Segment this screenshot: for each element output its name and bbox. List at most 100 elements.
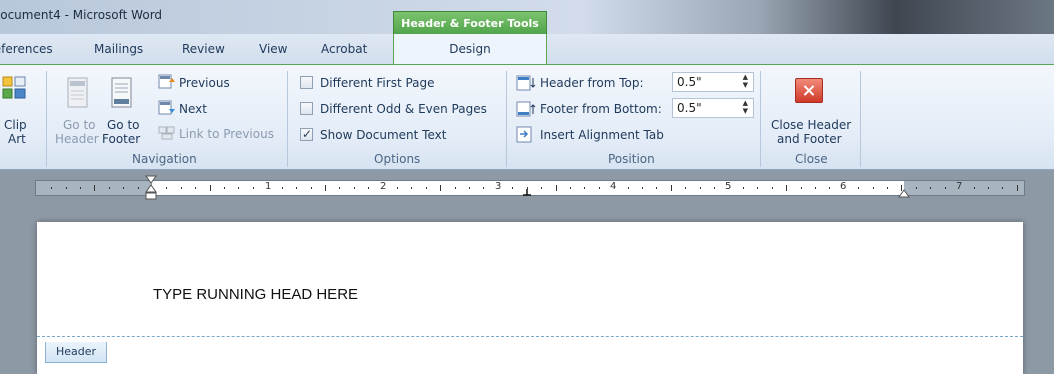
position-group-label: Position: [608, 152, 655, 166]
previous-label[interactable]: Previous: [179, 76, 230, 90]
spinner-arrows-icon[interactable]: ▲ ▼: [743, 73, 748, 89]
ruler-tick: [714, 187, 715, 189]
clip-art-label-2[interactable]: Art: [8, 132, 26, 146]
ruler-tick: [584, 187, 585, 189]
ruler-tick: [469, 187, 470, 189]
close-group-label: Close: [795, 152, 828, 166]
tab-references[interactable]: References: [0, 42, 53, 56]
running-head-text[interactable]: TYPE RUNNING HEAD HERE: [153, 286, 358, 303]
ruler-tick: [411, 187, 412, 189]
ruler-tick: [628, 187, 629, 189]
show-document-text-label[interactable]: Show Document Text: [320, 128, 446, 142]
ruler-tick: [1002, 187, 1003, 189]
ruler-tick: [815, 187, 816, 189]
ruler-area: 1 2 3 4 5 6 7: [0, 170, 1054, 200]
ruler-tick: [801, 187, 802, 189]
footer-from-bottom-label: Footer from Bottom:: [540, 102, 662, 116]
ruler-number: 1: [265, 181, 272, 192]
close-header-footer-label-2[interactable]: and Footer: [777, 132, 842, 146]
options-group-label: Options: [374, 152, 421, 166]
ruler-tick: [51, 187, 52, 189]
link-to-previous-icon: [158, 126, 175, 140]
window-title: Document4 - Microsoft Word: [0, 8, 163, 22]
ruler-tick: [685, 187, 686, 189]
ruler-number: 6: [840, 181, 847, 192]
center-tab-stop-icon[interactable]: [522, 189, 532, 197]
footer-from-bottom-icon: [516, 101, 536, 117]
close-header-footer-label-1[interactable]: Close Header: [771, 118, 851, 132]
ruler-number: 5: [725, 181, 732, 192]
group-separator: [860, 71, 861, 167]
ruler-tick: [66, 187, 67, 189]
tab-mailings[interactable]: Mailings: [94, 42, 143, 56]
close-header-footer-icon[interactable]: [795, 78, 823, 103]
go-to-header-label-2[interactable]: Header: [55, 132, 99, 146]
ruler-tick: [930, 187, 931, 189]
document-page[interactable]: TYPE RUNNING HEAD HERE Header: [37, 222, 1023, 374]
ruler-tick: [757, 187, 758, 189]
insert-alignment-tab-icon[interactable]: [516, 126, 534, 143]
title-bar: Document4 - Microsoft Word Header & Foot…: [0, 0, 1054, 35]
ribbon: Clip Art Go to Header Go to Footer Previ…: [0, 64, 1054, 170]
ruler-tick: [238, 187, 239, 189]
ruler-tick: [166, 187, 167, 189]
ruler-right-margin: [904, 181, 1024, 195]
go-to-footer-label-2[interactable]: Footer: [102, 132, 140, 146]
right-indent-marker-icon[interactable]: [898, 188, 910, 198]
clip-art-icon[interactable]: [2, 75, 28, 103]
tab-design[interactable]: Design: [393, 34, 547, 65]
insert-alignment-tab-label[interactable]: Insert Alignment Tab: [540, 128, 664, 142]
ruler-tick: [325, 185, 326, 191]
ruler-tick: [700, 187, 701, 189]
ruler-tick: [296, 187, 297, 189]
spinner-arrows-icon[interactable]: ▲ ▼: [743, 99, 748, 115]
ruler-tick: [988, 187, 989, 189]
ruler-tick: [945, 187, 946, 189]
ruler-tick: [786, 185, 787, 191]
ruler-tick: [873, 187, 874, 189]
previous-icon[interactable]: [158, 74, 176, 90]
tab-review[interactable]: Review: [182, 42, 225, 56]
footer-from-bottom-input[interactable]: 0.5" ▲ ▼: [672, 98, 754, 118]
ruler-tick: [512, 187, 513, 189]
ruler-tick: [368, 187, 369, 189]
ruler-tick: [123, 187, 124, 189]
group-separator: [46, 71, 47, 167]
different-first-page-label[interactable]: Different First Page: [320, 76, 435, 90]
ruler-number: 3: [495, 181, 502, 192]
go-to-header-label-1[interactable]: Go to: [63, 118, 96, 132]
header-footer-tools-label: Header & Footer Tools: [393, 11, 547, 35]
header-from-top-label: Header from Top:: [540, 76, 644, 90]
ruler-tick: [138, 187, 139, 189]
different-first-page-checkbox[interactable]: [300, 76, 313, 89]
ruler-tick: [80, 187, 81, 189]
ruler-tick: [311, 187, 312, 189]
ruler-tick: [253, 187, 254, 189]
ruler-tick: [772, 187, 773, 189]
ruler-tick: [671, 185, 672, 191]
next-label[interactable]: Next: [179, 102, 207, 116]
header-from-top-icon: [516, 75, 536, 91]
ruler-tick: [282, 187, 283, 189]
tab-view[interactable]: View: [259, 42, 287, 56]
ruler-tick: [440, 185, 441, 191]
different-odd-even-label[interactable]: Different Odd & Even Pages: [320, 102, 487, 116]
go-to-footer-label-1[interactable]: Go to: [107, 118, 140, 132]
tab-acrobat[interactable]: Acrobat: [321, 42, 367, 56]
ruler-tick: [1017, 185, 1018, 191]
clip-art-label-1[interactable]: Clip: [4, 118, 27, 132]
ruler-number: 4: [610, 181, 617, 192]
first-line-indent-marker-icon[interactable]: [145, 175, 157, 201]
navigation-group-label: Navigation: [132, 152, 197, 166]
different-odd-even-checkbox[interactable]: [300, 102, 313, 115]
show-document-text-checkbox[interactable]: [300, 127, 313, 141]
ruler-tick: [181, 187, 182, 189]
next-icon[interactable]: [158, 100, 176, 116]
link-to-previous-label[interactable]: Link to Previous: [179, 127, 274, 141]
ruler-tick: [656, 187, 657, 189]
ruler-tick: [570, 187, 571, 189]
ruler-number: 2: [380, 181, 387, 192]
header-from-top-input[interactable]: 0.5" ▲ ▼: [672, 72, 754, 92]
group-separator: [287, 71, 288, 167]
go-to-footer-icon[interactable]: [110, 77, 134, 109]
